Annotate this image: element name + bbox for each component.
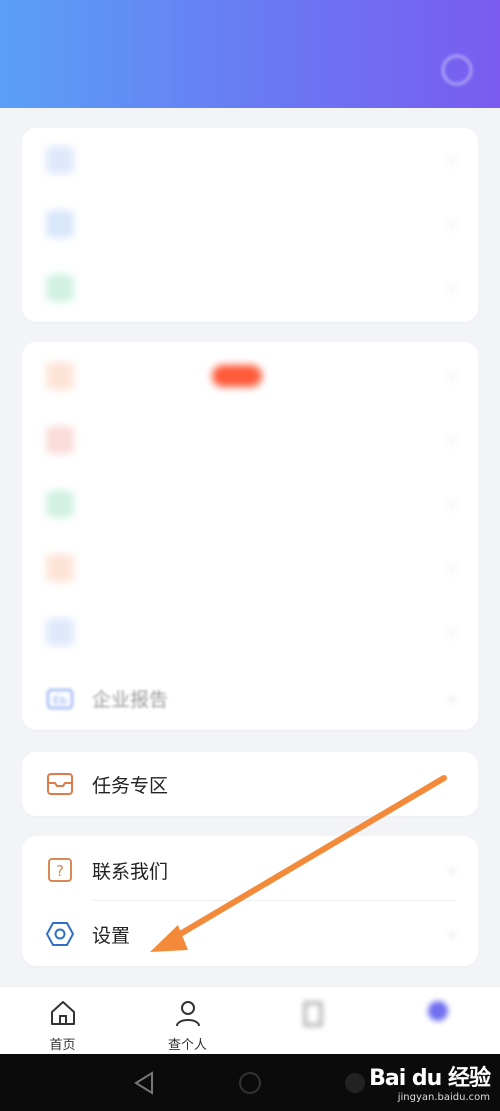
chevron-right-icon: › [448, 213, 456, 235]
card-tasks: 任务专区 [22, 752, 478, 816]
question-icon: ? [46, 856, 74, 884]
file-icon [46, 210, 74, 238]
list-item-label: 联系我们 [92, 860, 169, 883]
svg-text:?: ? [56, 862, 64, 880]
document-icon [46, 146, 74, 174]
back-icon[interactable] [134, 1071, 153, 1095]
tab-company[interactable] [250, 987, 375, 1055]
chevron-right-icon: › [448, 493, 456, 515]
profile-icon [424, 999, 452, 1027]
list-item-task-zone[interactable]: 任务专区 [22, 752, 478, 816]
report-icon: Eb [46, 684, 74, 712]
chevron-right-icon: › [448, 557, 456, 579]
list-item[interactable]: › [22, 472, 478, 536]
shop-icon [46, 490, 74, 518]
home-circle-icon[interactable] [239, 1072, 261, 1094]
chevron-right-icon: › [448, 277, 456, 299]
tab-home[interactable]: 首页 [0, 987, 125, 1055]
chevron-right-icon: › [448, 859, 456, 881]
list-item[interactable]: › [22, 600, 478, 664]
header-settings-icon[interactable] [442, 55, 472, 85]
id-card-icon [46, 618, 74, 646]
gift-icon [46, 554, 74, 582]
mail-icon [46, 362, 74, 390]
list-item-enterprise-report[interactable]: Eb 企业报告 › [22, 666, 478, 730]
inbox-icon [46, 770, 74, 798]
card-my-records: › › › [22, 128, 478, 322]
list-item-label: 企业报告 [92, 688, 169, 711]
calendar-icon [46, 426, 74, 454]
list-item-label: 设置 [92, 924, 131, 947]
list-item[interactable]: › [22, 256, 478, 320]
bottom-tab-bar: 首页 查个人 [0, 986, 500, 1055]
shield-icon [46, 274, 74, 302]
new-badge [212, 365, 262, 387]
chevron-right-icon: › [448, 429, 456, 451]
list-item-label: 任务专区 [92, 774, 169, 797]
recents-icon[interactable] [345, 1073, 365, 1093]
tab-label: 首页 [49, 1038, 76, 1053]
list-item-contact-us[interactable]: ? 联系我们 › [22, 838, 478, 902]
hexagon-settings-icon [46, 920, 74, 948]
card-services: › › › › › Eb 企业报告 › [22, 342, 478, 730]
chevron-right-icon: › [448, 365, 456, 387]
tab-label: 查个人 [167, 1038, 207, 1053]
person-icon [174, 999, 202, 1027]
card-support: ? 联系我们 › 设置 › [22, 836, 478, 966]
building-icon [299, 999, 327, 1027]
list-item[interactable]: › [22, 128, 478, 192]
list-item[interactable]: › [22, 408, 478, 472]
watermark-logo: Bai du 经验 [369, 1066, 491, 1091]
watermark-url: jingyan.baidu.com [397, 1092, 490, 1103]
tab-person[interactable]: 查个人 [125, 987, 250, 1055]
chevron-right-icon: › [448, 923, 456, 945]
tab-mine[interactable] [375, 987, 500, 1055]
svg-text:Eb: Eb [53, 694, 67, 707]
list-item-settings[interactable]: 设置 › [22, 902, 478, 966]
app-header [0, 0, 500, 108]
chevron-right-icon: › [448, 687, 456, 709]
chevron-right-icon: › [448, 621, 456, 643]
home-icon [49, 999, 77, 1027]
baidu-watermark: Bai du 经验 jingyan.baidu.com [369, 1060, 491, 1103]
system-nav-bar: Bai du 经验 jingyan.baidu.com [0, 1054, 500, 1111]
list-item[interactable]: › [22, 344, 478, 408]
list-item[interactable]: › [22, 192, 478, 256]
divider [92, 900, 456, 901]
chevron-right-icon: › [448, 149, 456, 171]
list-item[interactable]: › [22, 536, 478, 600]
